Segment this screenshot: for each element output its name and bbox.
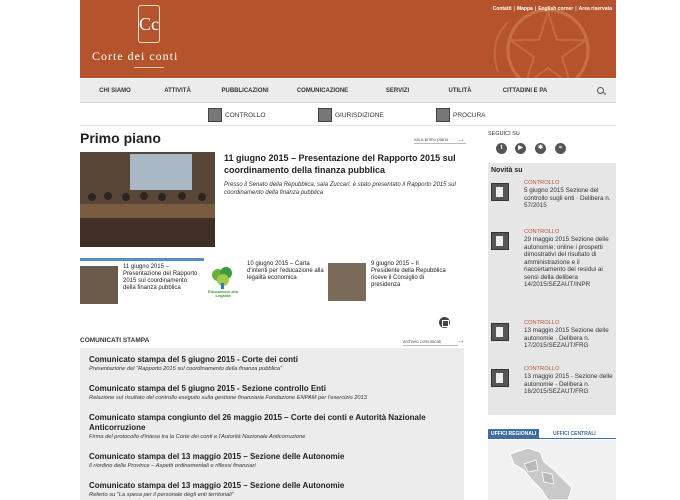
arrow-right-icon[interactable]: →	[457, 336, 465, 345]
controllo-icon	[491, 183, 509, 201]
corte-logo-icon[interactable]: Cc	[138, 5, 160, 43]
logo-divider	[134, 67, 164, 68]
comunicato-title: Comunicato stampa del 13 maggio 2015 – S…	[89, 452, 345, 461]
legality-logo-icon: Educazione alla Legalità	[204, 263, 242, 301]
top-link-english[interactable]: English corner	[538, 6, 573, 12]
subnav-giurisdizione-label: GIURISDIZIONE	[335, 111, 384, 119]
novita-category: CONTROLLO	[524, 180, 560, 186]
comunicato-subtitle: Presentazione del "Rapporto 2015 sul coo…	[89, 366, 283, 372]
comunicato-subtitle: Referto su "La spesa per il personale de…	[89, 492, 234, 498]
novita-text: 13 maggio 2015 - Sezione delle autonomie…	[524, 373, 613, 395]
comunicati-archive-link[interactable]: archivio comunicati	[403, 339, 458, 346]
controllo-icon	[491, 232, 509, 250]
twitter-icon[interactable]: t	[496, 143, 507, 154]
comunicati-heading: COMUNICATI STAMPA	[80, 337, 150, 344]
comunicato-item[interactable]: Comunicato stampa del 13 maggio 2015 – S…	[89, 452, 457, 470]
controllo-icon	[491, 369, 509, 387]
comunicato-title: Comunicato stampa congiunto del 26 maggi…	[89, 413, 426, 432]
site-header: Cc Corte dei conti Contatti | Mappa | Engl…	[80, 0, 616, 78]
novita-category: CONTROLLO	[524, 366, 560, 372]
primo-piano-item[interactable]: Educazione alla Legalità 10 giugno 2015 …	[204, 258, 328, 304]
item-title: 10 giugno 2015 – Carta d'intenti per l'e…	[247, 261, 324, 281]
controllo-icon	[208, 108, 222, 122]
subnav-procura[interactable]: PROCURA	[436, 108, 486, 122]
comunicato-title: Comunicato stampa del 5 giugno 2015 - Se…	[89, 384, 326, 393]
subnav-giurisdizione[interactable]: GIURISDIZIONE	[318, 108, 384, 122]
primo-piano-item[interactable]: 9 giugno 2015 – Il Presidente della Repu…	[328, 258, 464, 304]
conference-photo	[80, 152, 215, 247]
item-title: 9 giugno 2015 – Il Presidente della Repu…	[371, 261, 446, 288]
primo-piano-item[interactable]: 11 giugno 2015 – Presentazione del Rappo…	[80, 258, 204, 304]
giurisdizione-icon	[318, 108, 332, 122]
comunicato-subtitle: Il riordino delle Province – Aspetti ord…	[89, 463, 256, 469]
rss-icon[interactable]: ≈	[555, 143, 566, 154]
novita-heading: Novità su	[491, 167, 523, 174]
subnav-controllo-label: CONTROLLO	[225, 111, 266, 119]
italy-map[interactable]	[488, 440, 616, 500]
search-icon[interactable]	[597, 87, 604, 94]
comunicato-item[interactable]: Comunicato stampa congiunto del 26 maggi…	[89, 413, 457, 441]
primo-piano-headline[interactable]: 11 giugno 2015 – Presentazione del Rappo…	[224, 152, 464, 176]
procura-icon	[436, 108, 450, 122]
novita-category: CONTROLLO	[524, 320, 560, 326]
main-nav: CHI SIAMO ATTIVITÀ PUBBLICAZIONI COMUNIC…	[80, 79, 616, 103]
novita-category: CONTROLLO	[524, 229, 560, 235]
italy-map-icon	[509, 447, 573, 500]
comunicato-item[interactable]: Comunicato stampa del 5 giugno 2015 - Co…	[89, 355, 457, 373]
subnav-controllo[interactable]: CONTROLLO	[208, 108, 265, 122]
nav-attivita[interactable]: ATTIVITÀ	[150, 88, 205, 94]
nav-chi-siamo[interactable]: CHI SIAMO	[80, 88, 150, 94]
item-thumbnail	[328, 263, 366, 301]
seguici-label: SEGUICI SU	[488, 131, 520, 137]
flickr-icon[interactable]: ✱	[535, 143, 546, 154]
nav-comunicazione[interactable]: COMUNICAZIONE	[285, 88, 360, 94]
comunicato-item[interactable]: Comunicato stampa del 5 giugno 2015 - Se…	[89, 384, 457, 402]
comunicati-list: Comunicato stampa del 5 giugno 2015 - Co…	[80, 348, 464, 500]
republic-emblem-watermark	[493, 8, 590, 78]
sub-nav: CONTROLLO GIURISDIZIONE PROCURA	[80, 104, 616, 126]
tab-uffici-regionali[interactable]: UFFICI REGIONALI	[488, 429, 540, 438]
youtube-icon[interactable]: ▶	[515, 143, 526, 154]
comunicato-subtitle: Relazione sul risultato del controllo es…	[89, 395, 367, 401]
link-separator: |	[575, 6, 577, 12]
top-link-area-riservata[interactable]: Area riservata	[579, 6, 612, 12]
novita-text: 5 giugno 2015 Sezione del controllo sugl…	[524, 187, 611, 209]
arrow-right-icon[interactable]: →	[457, 135, 465, 144]
link-separator: |	[513, 6, 515, 12]
primo-piano-heading: Primo piano	[80, 130, 161, 146]
legality-logo-text: Educazione alla Legalità	[207, 289, 238, 298]
slider-pause-icon[interactable]	[439, 317, 450, 328]
item-thumbnail	[80, 266, 118, 304]
site-logo-text[interactable]: Corte dei conti	[92, 49, 178, 64]
comunicato-item[interactable]: Comunicato stampa del 13 maggio 2015 – S…	[89, 481, 457, 499]
nav-servizi[interactable]: SERVIZI	[360, 88, 435, 94]
page: Cc Corte dei conti Contatti | Mappa | Engl…	[80, 0, 616, 500]
item-title: 11 giugno 2015 – Presentazione del Rappo…	[123, 264, 198, 291]
link-separator: |	[534, 6, 537, 12]
primo-piano-summary: Presso il Senato della Repubblica, sala …	[224, 182, 456, 196]
controllo-icon	[491, 323, 509, 341]
top-link-contatti[interactable]: Contatti	[493, 6, 512, 12]
top-link-mappa[interactable]: Mappa	[517, 6, 533, 12]
comunicato-subtitle: Firma del protocollo d'intesa tra la Cor…	[89, 434, 306, 440]
uffici-tabs: UFFICI REGIONALI UFFICI CENTRALI	[488, 429, 616, 439]
novita-text: 29 maggio 2015 Sezione delle autonomie: …	[524, 236, 609, 288]
subnav-procura-label: PROCURA	[453, 111, 486, 119]
comunicato-title: Comunicato stampa del 13 maggio 2015 – S…	[89, 481, 345, 490]
primo-piano-photo[interactable]	[80, 152, 215, 247]
nav-cittadini-pa[interactable]: CITTADINI E PA	[485, 88, 565, 94]
tab-uffici-centrali[interactable]: UFFICI CENTRALI	[550, 429, 599, 438]
novita-text: 13 maggio 2015 Sezione delle autonomie ·…	[524, 327, 609, 349]
novita-panel: Novità su CONTROLLO 5 giugno 2015 Sezion…	[488, 163, 616, 415]
nav-pubblicazioni[interactable]: PUBBLICAZIONI	[205, 88, 285, 94]
comunicato-title: Comunicato stampa del 5 giugno 2015 - Co…	[89, 355, 298, 364]
nav-utilita[interactable]: UTILITÀ	[435, 88, 485, 94]
top-links: Contatti | Mappa | English corner | Area ri…	[493, 6, 612, 12]
